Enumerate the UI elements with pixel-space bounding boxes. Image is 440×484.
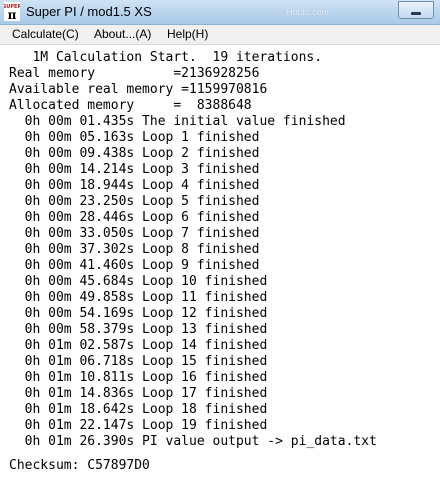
allocated-memory-line: Allocated memory = 8388648 xyxy=(9,98,252,113)
log-line: 0h 00m 45.684s Loop 10 finished xyxy=(9,274,268,289)
menu-bar: Calculate(C) About...(A) Help(H) xyxy=(0,25,440,45)
iteration-log: 0h 00m 01.435s The initial value finishe… xyxy=(9,114,440,450)
real-memory-line: Real memory =2136928256 xyxy=(9,66,260,81)
calculation-output: 1M Calculation Start. 19 iterations. Rea… xyxy=(9,50,440,484)
log-line: 0h 01m 14.836s Loop 17 finished xyxy=(9,386,268,401)
menu-item-help[interactable]: Help(H) xyxy=(167,27,208,41)
log-line: 0h 00m 01.435s The initial value finishe… xyxy=(9,114,346,129)
checksum-line: Checksum: C57897D0 xyxy=(9,458,150,473)
minimize-button[interactable] xyxy=(398,1,434,19)
super-pi-window: SUPER π Super PI / mod1.5 XS Hot3c.com C… xyxy=(0,0,440,484)
window-title: Super PI / mod1.5 XS xyxy=(26,4,152,19)
menu-item-calculate[interactable]: Calculate(C) xyxy=(12,27,79,41)
log-line: 0h 00m 05.163s Loop 1 finished xyxy=(9,130,260,145)
log-line: 0h 01m 06.718s Loop 15 finished xyxy=(9,354,268,369)
log-line: 0h 00m 54.169s Loop 12 finished xyxy=(9,306,268,321)
log-line: 0h 00m 37.302s Loop 8 finished xyxy=(9,242,260,257)
log-line: 0h 00m 18.944s Loop 4 finished xyxy=(9,178,260,193)
minimize-icon xyxy=(411,12,421,15)
available-memory-line: Available real memory =1159970816 xyxy=(9,82,268,97)
log-line: 0h 00m 14.214s Loop 3 finished xyxy=(9,162,260,177)
log-line: 0h 00m 28.446s Loop 6 finished xyxy=(9,210,260,225)
log-line: 0h 00m 33.050s Loop 7 finished xyxy=(9,226,260,241)
log-line: 0h 01m 22.147s Loop 19 finished xyxy=(9,418,268,433)
svg-text:π: π xyxy=(8,8,17,21)
log-line: 0h 01m 02.587s Loop 14 finished xyxy=(9,338,268,353)
log-line: 0h 00m 41.460s Loop 9 finished xyxy=(9,258,260,273)
title-bar[interactable]: SUPER π Super PI / mod1.5 XS Hot3c.com xyxy=(0,0,440,25)
log-line: 0h 00m 09.438s Loop 2 finished xyxy=(9,146,260,161)
calculation-header: 1M Calculation Start. 19 iterations. xyxy=(9,50,323,65)
log-line: 0h 01m 10.811s Loop 16 finished xyxy=(9,370,268,385)
log-line: 0h 00m 49.858s Loop 11 finished xyxy=(9,290,268,305)
log-line: 0h 01m 18.642s Loop 18 finished xyxy=(9,402,268,417)
log-line: 0h 00m 23.250s Loop 5 finished xyxy=(9,194,260,209)
super-pi-app-icon: SUPER π xyxy=(4,2,20,21)
log-line: 0h 01m 26.390s PI value output -> pi_dat… xyxy=(9,434,377,449)
watermark: Hot3c.com xyxy=(286,7,330,17)
menu-item-about[interactable]: About...(A) xyxy=(94,27,151,41)
log-line: 0h 00m 58.379s Loop 13 finished xyxy=(9,322,268,337)
